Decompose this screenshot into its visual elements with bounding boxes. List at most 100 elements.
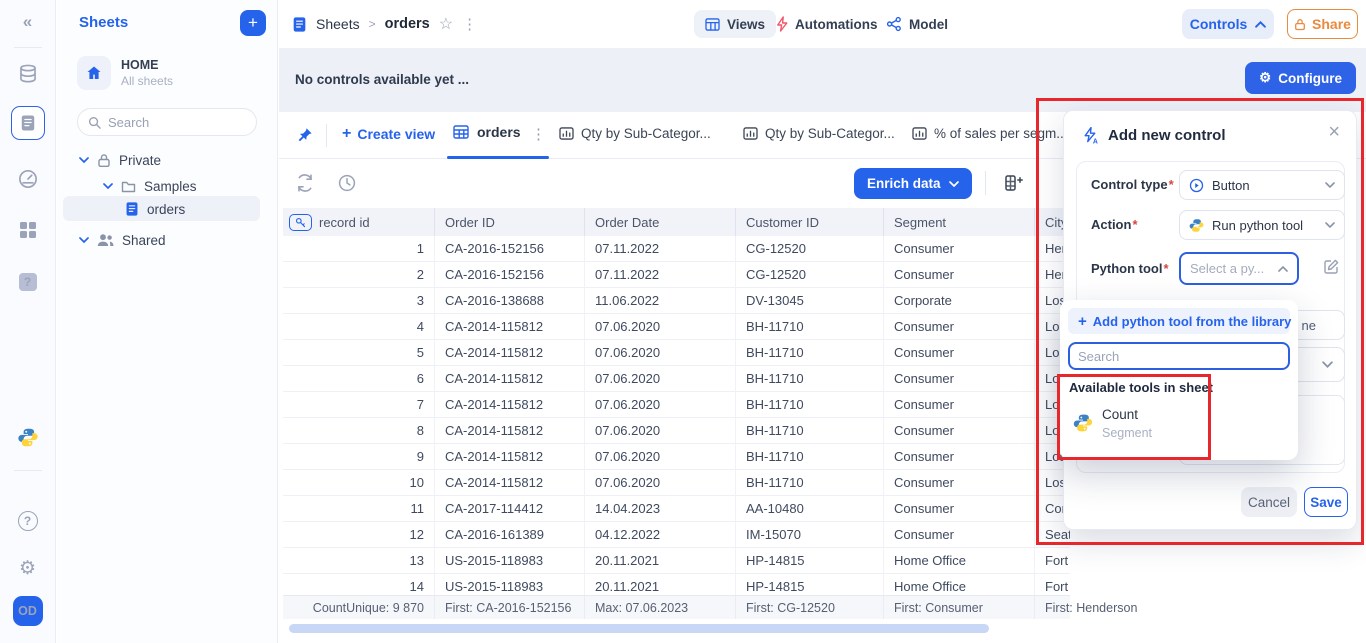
pin-icon[interactable]	[297, 127, 313, 143]
add-sheet-button[interactable]: +	[240, 10, 266, 36]
horizontal-scrollbar[interactable]	[289, 624, 989, 633]
tab-chart-2[interactable]: Qty by Sub-Categor...	[743, 126, 895, 141]
enrich-data-button[interactable]: Enrich data	[854, 168, 972, 199]
table-cell-row-number[interactable]: 10	[283, 470, 434, 495]
control-type-select[interactable]: Button	[1179, 170, 1345, 200]
table-cell-customer-id[interactable]: BH-11710	[735, 392, 883, 417]
tool-option-count[interactable]: Count Segment	[1060, 400, 1298, 448]
table-cell-row-number[interactable]: 1	[283, 236, 434, 261]
table-cell-order-date[interactable]: 07.06.2020	[584, 392, 735, 417]
table-cell-segment[interactable]: Consumer	[883, 262, 1034, 287]
table-cell-customer-id[interactable]: DV-13045	[735, 288, 883, 313]
table-cell-order-date[interactable]: 07.11.2022	[584, 236, 735, 261]
table-cell-customer-id[interactable]: IM-15070	[735, 522, 883, 547]
table-cell-order-id[interactable]: CA-2016-152156	[434, 236, 584, 261]
sidebar-item-home[interactable]: HOME All sheets	[77, 56, 173, 90]
table-cell-customer-id[interactable]: CG-12520	[735, 262, 883, 287]
table-cell-row-number[interactable]: 8	[283, 418, 434, 443]
table-cell-order-id[interactable]: CA-2014-115812	[434, 314, 584, 339]
table-cell-order-id[interactable]: CA-2014-115812	[434, 418, 584, 443]
table-cell-segment[interactable]: Consumer	[883, 340, 1034, 365]
collapse-sidebar-icon[interactable]: «	[23, 12, 32, 32]
python-tools-icon[interactable]	[17, 427, 38, 448]
nav-model[interactable]: Model	[886, 10, 948, 38]
table-cell-row-number[interactable]: 2	[283, 262, 434, 287]
add-column-icon[interactable]	[1003, 173, 1023, 193]
table-cell-segment[interactable]: Consumer	[883, 366, 1034, 391]
sheets-nav-icon[interactable]	[11, 106, 45, 140]
table-cell-order-date[interactable]: 07.06.2020	[584, 470, 735, 495]
more-options-icon[interactable]: ⋮	[462, 15, 477, 33]
table-cell-segment[interactable]: Consumer	[883, 236, 1034, 261]
table-cell-segment[interactable]: Consumer	[883, 314, 1034, 339]
table-cell-order-id[interactable]: CA-2016-152156	[434, 262, 584, 287]
table-cell-segment[interactable]: Consumer	[883, 470, 1034, 495]
refresh-icon[interactable]	[295, 173, 315, 193]
configure-button[interactable]: ⚙ Configure	[1245, 62, 1356, 94]
sidebar-item-orders[interactable]: orders	[125, 197, 185, 221]
table-cell-row-number[interactable]: 6	[283, 366, 434, 391]
table-cell-order-date[interactable]: 14.04.2023	[584, 496, 735, 521]
table-cell-customer-id[interactable]: BH-11710	[735, 418, 883, 443]
table-cell-segment[interactable]: Consumer	[883, 418, 1034, 443]
table-cell-segment[interactable]: Consumer	[883, 496, 1034, 521]
column-header[interactable]: Order ID	[434, 208, 584, 236]
table-cell-customer-id[interactable]: BH-11710	[735, 340, 883, 365]
add-tool-from-library-button[interactable]: + Add python tool from the library	[1068, 308, 1290, 334]
table-cell-customer-id[interactable]: BH-11710	[735, 366, 883, 391]
user-avatar[interactable]: OD	[13, 596, 43, 626]
python-tool-select[interactable]: Select a py...	[1179, 252, 1299, 285]
history-clock-icon[interactable]	[337, 173, 357, 193]
table-cell-customer-id[interactable]: BH-11710	[735, 314, 883, 339]
table-cell-row-number[interactable]: 11	[283, 496, 434, 521]
table-cell-city[interactable]: Fort Worth	[1034, 548, 1070, 573]
share-button[interactable]: Share	[1287, 9, 1358, 39]
sidebar-item-samples[interactable]: Samples	[103, 174, 197, 198]
unknown-nav-icon[interactable]: ?	[19, 273, 37, 291]
tab-orders[interactable]: orders	[453, 124, 521, 140]
sidebar-item-shared[interactable]: Shared	[79, 228, 166, 252]
table-cell-order-id[interactable]: CA-2014-115812	[434, 444, 584, 469]
table-cell-segment[interactable]: Consumer	[883, 392, 1034, 417]
table-cell-order-id[interactable]: CA-2016-161389	[434, 522, 584, 547]
tab-chart-1[interactable]: Qty by Sub-Categor...	[559, 126, 711, 141]
table-cell-order-date[interactable]: 07.11.2022	[584, 262, 735, 287]
search-input[interactable]	[108, 115, 238, 130]
sidebar-item-private[interactable]: Private	[79, 148, 161, 172]
tab-more-icon[interactable]: ⋮	[531, 125, 546, 143]
table-cell-order-id[interactable]: CA-2014-115812	[434, 392, 584, 417]
settings-gear-icon[interactable]: ⚙	[19, 557, 36, 580]
nav-views[interactable]: Views	[694, 10, 776, 38]
table-cell-customer-id[interactable]: AA-10480	[735, 496, 883, 521]
table-cell-row-number[interactable]: 12	[283, 522, 434, 547]
column-header-record-id[interactable]: record id	[283, 208, 434, 236]
create-view-button[interactable]: + Create view	[342, 125, 435, 143]
table-cell-order-id[interactable]: CA-2016-138688	[434, 288, 584, 313]
table-cell-order-date[interactable]: 07.06.2020	[584, 340, 735, 365]
column-header[interactable]: Order Date	[584, 208, 735, 236]
table-cell-order-id[interactable]: CA-2014-115812	[434, 366, 584, 391]
table-cell-order-date[interactable]: 20.11.2021	[584, 548, 735, 573]
table-cell-customer-id[interactable]: HP-14815	[735, 548, 883, 573]
close-icon[interactable]: ×	[1328, 121, 1340, 144]
table-cell-row-number[interactable]: 3	[283, 288, 434, 313]
apps-grid-icon[interactable]	[19, 221, 37, 239]
table-cell-row-number[interactable]: 13	[283, 548, 434, 573]
table-cell-segment[interactable]: Consumer	[883, 522, 1034, 547]
tool-search-input[interactable]	[1078, 349, 1280, 364]
table-cell-row-number[interactable]: 7	[283, 392, 434, 417]
table-cell-order-id[interactable]: CA-2017-114412	[434, 496, 584, 521]
help-icon[interactable]: ?	[18, 511, 38, 531]
table-cell-order-id[interactable]: CA-2014-115812	[434, 340, 584, 365]
breadcrumb-root[interactable]: Sheets	[316, 16, 360, 32]
favorite-star-icon[interactable]: ☆	[439, 14, 453, 34]
table-cell-order-date[interactable]: 11.06.2022	[584, 288, 735, 313]
table-cell-segment[interactable]: Consumer	[883, 444, 1034, 469]
tool-search[interactable]	[1068, 342, 1290, 370]
table-cell-order-date[interactable]: 04.12.2022	[584, 522, 735, 547]
table-cell-row-number[interactable]: 9	[283, 444, 434, 469]
table-cell-order-date[interactable]: 07.06.2020	[584, 418, 735, 443]
column-header[interactable]: Customer ID	[735, 208, 883, 236]
tab-chart-3[interactable]: % of sales per segm...	[912, 126, 1068, 141]
table-cell-order-date[interactable]: 07.06.2020	[584, 314, 735, 339]
